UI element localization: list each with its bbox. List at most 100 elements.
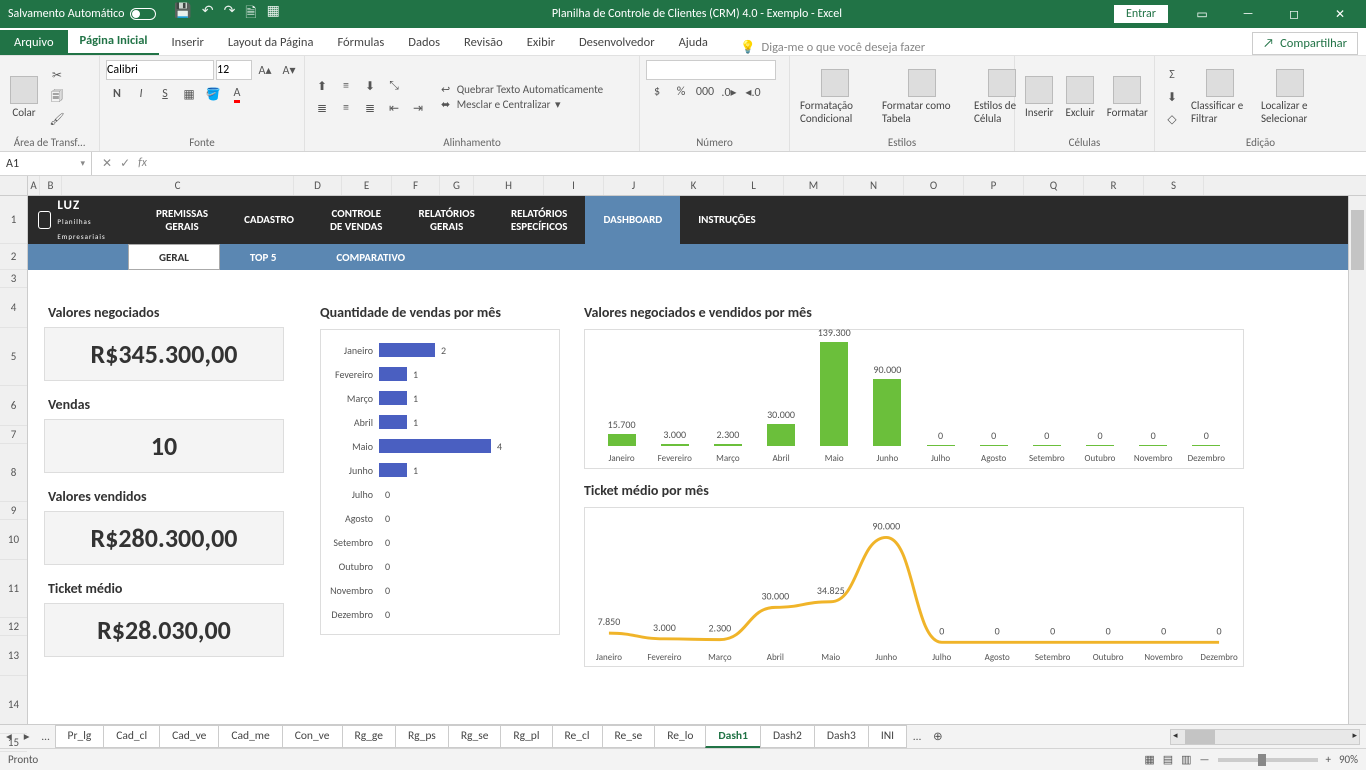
- column-header[interactable]: J: [604, 176, 664, 195]
- row-header[interactable]: 14: [0, 676, 27, 734]
- border-icon[interactable]: ▦: [178, 84, 200, 104]
- subnav-item[interactable]: COMPARATIVO: [306, 244, 435, 270]
- cut-icon[interactable]: ✂: [46, 65, 68, 85]
- row-header[interactable]: 2: [0, 244, 27, 270]
- align-left-icon[interactable]: ≣: [311, 98, 333, 118]
- autosum-icon[interactable]: Σ: [1161, 65, 1183, 85]
- save-icon[interactable]: 💾: [174, 2, 191, 26]
- view-layout-icon[interactable]: ▤: [1163, 753, 1173, 766]
- autosave-toggle[interactable]: [130, 8, 156, 20]
- fill-icon[interactable]: ⬇: [1161, 87, 1183, 107]
- tab-insert[interactable]: Inserir: [159, 30, 215, 55]
- row-header[interactable]: 15: [0, 734, 27, 752]
- sheet-tab[interactable]: Rg_ps: [395, 725, 449, 748]
- sheet-tab[interactable]: Con_ve: [282, 725, 343, 748]
- column-header[interactable]: K: [664, 176, 724, 195]
- row-header[interactable]: 3: [0, 270, 27, 288]
- tab-layout[interactable]: Layout da Página: [216, 30, 326, 55]
- tab-developer[interactable]: Desenvolvedor: [567, 30, 667, 55]
- zoom-slider[interactable]: [1218, 758, 1318, 762]
- qat-icon-2[interactable]: ▦: [267, 2, 280, 26]
- dashnav-item[interactable]: RELATÓRIOSGERAIS: [400, 207, 492, 233]
- sheet-tab[interactable]: Rg_ge: [342, 725, 396, 748]
- subnav-item[interactable]: GERAL: [128, 244, 220, 270]
- tab-formulas[interactable]: Fórmulas: [325, 30, 396, 55]
- sheet-tab[interactable]: Dash2: [760, 725, 815, 748]
- row-header[interactable]: 10: [0, 520, 27, 560]
- column-header[interactable]: A: [28, 176, 40, 195]
- column-header[interactable]: C: [62, 176, 294, 195]
- increase-font-icon[interactable]: A▴: [254, 60, 276, 80]
- percent-icon[interactable]: %: [670, 82, 692, 102]
- tab-more2-icon[interactable]: …: [907, 730, 927, 744]
- fill-color-icon[interactable]: 🪣: [202, 84, 224, 104]
- maximize-icon[interactable]: ◻: [1272, 0, 1316, 28]
- zoom-level[interactable]: 90%: [1339, 753, 1358, 766]
- sheet-tab[interactable]: Re_lo: [654, 725, 706, 748]
- worksheet-canvas[interactable]: LUZPlanilhas Empresariais PREMISSASGERAI…: [28, 196, 1348, 724]
- tab-more-icon[interactable]: …: [36, 730, 56, 744]
- qat-icon-1[interactable]: 🗎: [245, 2, 256, 26]
- align-right-icon[interactable]: ≣: [359, 98, 381, 118]
- enter-formula-icon[interactable]: ✓: [120, 156, 130, 171]
- format-cells-button[interactable]: Formatar: [1103, 74, 1152, 121]
- tab-help[interactable]: Ajuda: [667, 30, 720, 55]
- align-bottom-icon[interactable]: ⬇: [359, 76, 381, 96]
- orientation-icon[interactable]: ⤡: [383, 76, 405, 96]
- cancel-formula-icon[interactable]: ✕: [102, 156, 112, 171]
- tell-me-search[interactable]: 💡 Diga-me o que você deseja fazer: [740, 40, 925, 55]
- tab-home[interactable]: Página Inicial: [68, 28, 160, 55]
- zoom-out-icon[interactable]: —: [1200, 753, 1210, 766]
- new-sheet-icon[interactable]: ⊕: [927, 729, 949, 744]
- close-icon[interactable]: ✕: [1318, 0, 1362, 28]
- row-header[interactable]: 11: [0, 560, 27, 618]
- sheet-tab[interactable]: Pr_lg: [55, 725, 105, 748]
- zoom-in-icon[interactable]: +: [1326, 753, 1331, 766]
- dashnav-item[interactable]: CONTROLEDE VENDAS: [312, 207, 400, 233]
- sort-filter-button[interactable]: Classificar e Filtrar: [1187, 67, 1253, 127]
- currency-icon[interactable]: $: [646, 82, 668, 102]
- ribbon-options-icon[interactable]: ▭: [1180, 0, 1224, 28]
- find-select-button[interactable]: Localizar e Selecionar: [1257, 67, 1323, 127]
- sheet-tab[interactable]: Re_se: [602, 725, 656, 748]
- sheet-tab[interactable]: Cad_ve: [159, 725, 219, 748]
- sheet-tab[interactable]: INI: [868, 725, 907, 748]
- column-header[interactable]: G: [440, 176, 474, 195]
- sheet-tab[interactable]: Rg_se: [448, 725, 502, 748]
- row-header[interactable]: 12: [0, 618, 27, 636]
- tab-data[interactable]: Dados: [396, 30, 452, 55]
- align-middle-icon[interactable]: ≡: [335, 76, 357, 96]
- row-header[interactable]: 5: [0, 328, 27, 386]
- copy-icon[interactable]: 🗐: [46, 87, 68, 107]
- sheet-tab[interactable]: Cad_me: [218, 725, 282, 748]
- wrap-text-button[interactable]: ↩ Quebrar Texto Automaticamente: [441, 83, 603, 96]
- underline-icon[interactable]: S: [154, 84, 176, 104]
- signin-button[interactable]: Entrar: [1114, 5, 1168, 23]
- row-header[interactable]: 6: [0, 386, 27, 426]
- row-header[interactable]: 7: [0, 426, 27, 444]
- column-header[interactable]: Q: [1024, 176, 1084, 195]
- font-name-input[interactable]: [106, 60, 214, 80]
- view-break-icon[interactable]: ▥: [1181, 753, 1191, 766]
- bold-icon[interactable]: N: [106, 84, 128, 104]
- column-header[interactable]: L: [724, 176, 784, 195]
- italic-icon[interactable]: I: [130, 84, 152, 104]
- paste-button[interactable]: Colar: [6, 74, 42, 121]
- view-normal-icon[interactable]: ▦: [1144, 753, 1154, 766]
- horizontal-scrollbar[interactable]: ◂▸: [1170, 729, 1360, 745]
- font-size-input[interactable]: [216, 60, 252, 80]
- dashnav-item[interactable]: INSTRUÇÕES: [680, 213, 773, 226]
- dec-decimal-icon[interactable]: ◂.0: [742, 82, 764, 102]
- font-color-icon[interactable]: A: [226, 84, 248, 104]
- delete-cells-button[interactable]: Excluir: [1062, 74, 1099, 121]
- column-header[interactable]: E: [342, 176, 392, 195]
- merge-center-button[interactable]: ⬌ Mesclar e Centralizar ▾: [441, 98, 603, 111]
- minimize-icon[interactable]: —: [1226, 0, 1270, 28]
- row-header[interactable]: 4: [0, 288, 27, 328]
- row-header[interactable]: 13: [0, 636, 27, 676]
- sheet-tab[interactable]: Dash1: [705, 725, 761, 748]
- number-format-select[interactable]: [646, 60, 776, 80]
- column-header[interactable]: B: [40, 176, 62, 195]
- format-table-button[interactable]: Formatar como Tabela: [878, 67, 966, 127]
- indent-dec-icon[interactable]: ⇤: [383, 98, 405, 118]
